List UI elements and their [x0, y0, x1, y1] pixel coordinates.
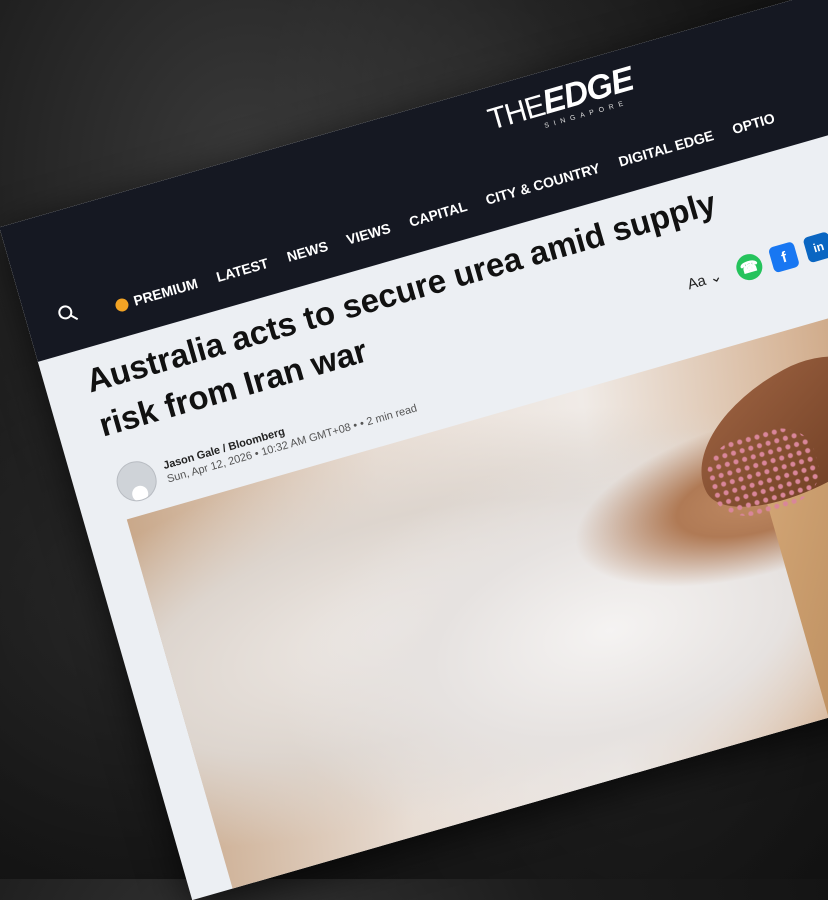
nav-item-options[interactable]: OPTIO [730, 110, 776, 137]
nav-item-premium[interactable]: PREMIUM [113, 275, 200, 314]
linkedin-icon[interactable]: in [802, 231, 828, 264]
nav-item-news[interactable]: NEWS [285, 238, 330, 265]
nav-item-latest[interactable]: LATEST [214, 255, 270, 285]
nav-item-city-country[interactable]: CITY & COUNTRY [484, 160, 602, 208]
nav-item-views[interactable]: VIEWS [345, 220, 393, 248]
avatar [111, 456, 162, 507]
facebook-icon[interactable]: f [767, 241, 801, 274]
nav-item-digital-edge[interactable]: DIGITAL EDGE [617, 127, 716, 169]
premium-icon [113, 296, 130, 313]
search-icon[interactable] [55, 301, 80, 326]
whatsapp-icon[interactable]: ☎ [733, 250, 766, 284]
avatar-placeholder-icon [130, 483, 151, 504]
nav-item-capital[interactable]: CAPITAL [407, 198, 469, 230]
